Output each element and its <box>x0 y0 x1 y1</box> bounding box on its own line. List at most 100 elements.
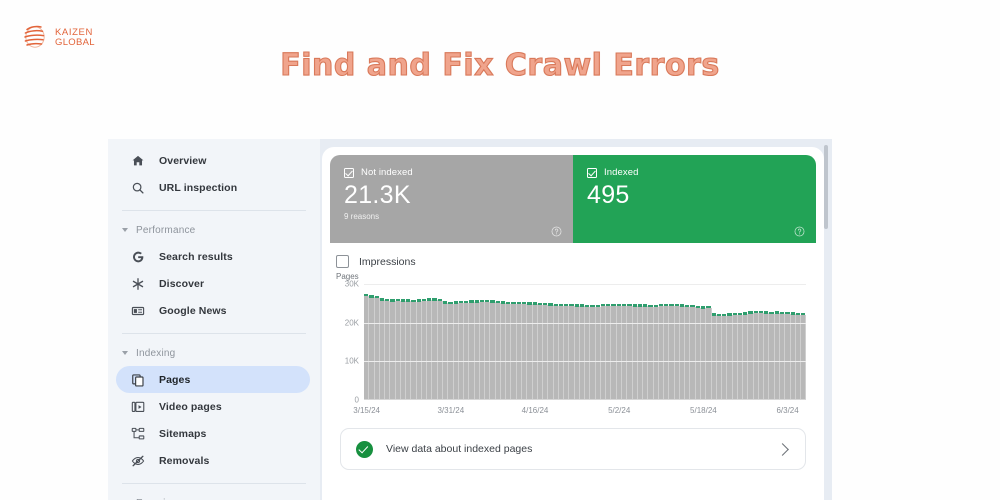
sidebar-item-url-inspection[interactable]: URL inspection <box>116 174 310 201</box>
chart-bar <box>801 313 807 399</box>
chevron-down-icon <box>122 351 128 355</box>
chart-bar-indexed-cap <box>464 300 469 304</box>
sidebar-item-label: URL inspection <box>159 181 238 194</box>
chart-gridline <box>364 361 806 363</box>
chart-bar-indexed-cap <box>458 300 464 304</box>
chart-gridline <box>364 322 806 324</box>
chart-y-tick-label: 0 <box>354 395 359 405</box>
chart-bar-indexed-cap <box>485 300 490 303</box>
page-title: Find and Fix Crawl Errors <box>280 47 720 83</box>
sidebar-scrollbar-thumb[interactable] <box>824 145 828 229</box>
sidebar-item-search-results[interactable]: Search results <box>116 243 310 270</box>
chart-bar-indexed-cap <box>790 312 795 315</box>
chart-bar-indexed-cap <box>421 298 427 302</box>
sidebar-group-indexing[interactable]: Indexing <box>108 343 320 363</box>
chart-bar-indexed-cap <box>448 301 453 304</box>
chart-y-tick-label: 30K <box>344 279 359 289</box>
sidebar-group-performance[interactable]: Performance <box>108 220 320 240</box>
chart-bar-indexed-cap <box>521 301 527 305</box>
chart-bar-indexed-cap <box>579 304 585 307</box>
chart-bar-indexed-cap <box>495 300 500 304</box>
summary-card-not-indexed[interactable]: Not indexed 21.3K 9 reasons <box>330 155 573 243</box>
chart-bar-indexed-cap <box>616 303 622 307</box>
chart-bar-indexed-cap <box>590 304 595 308</box>
sidebar: Overview URL inspection Performance Search … <box>108 139 320 500</box>
summary-card-value: 21.3K <box>344 181 411 209</box>
chart-bar-indexed-cap <box>622 303 627 307</box>
chart-bar-indexed-cap <box>442 301 448 304</box>
chart-bar-indexed-cap <box>364 293 369 297</box>
main-content: Not indexed 21.3K 9 reasons Indexed 495 Impr… <box>322 147 824 500</box>
chart-bar-indexed-cap <box>679 304 685 307</box>
chart-bar-indexed-cap <box>801 313 806 316</box>
sidebar-item-label: Video pages <box>159 400 222 413</box>
sidebar-divider <box>122 333 306 334</box>
impressions-toggle[interactable]: Impressions <box>322 243 824 268</box>
video-pages-icon <box>130 399 145 414</box>
chart-x-tick-label: 3/31/24 <box>437 406 465 415</box>
sidebar-item-pages[interactable]: Pages <box>116 366 310 393</box>
sidebar-item-sitemaps[interactable]: Sitemaps <box>116 420 310 447</box>
chart-bar-indexed-cap <box>611 303 616 307</box>
summary-card-value: 495 <box>587 181 630 209</box>
chart-bar-indexed-cap <box>758 310 764 314</box>
chart-bar-indexed-cap <box>432 298 437 301</box>
chart-bar-indexed-cap <box>722 313 727 317</box>
chart-bar-indexed-cap <box>632 304 637 307</box>
chart-bar-indexed-cap <box>653 304 658 308</box>
sidebar-item-label: Removals <box>159 454 210 467</box>
summary-card-header: Indexed <box>587 167 802 178</box>
summary-card-checkbox[interactable] <box>587 167 597 178</box>
chart-bars <box>364 284 807 399</box>
chart-bar-indexed-cap <box>643 304 648 307</box>
sidebar-item-removals[interactable]: Removals <box>116 447 310 474</box>
sidebar-item-overview[interactable]: Overview <box>116 147 310 174</box>
sidebar-item-video-pages[interactable]: Video pages <box>116 393 310 420</box>
screenshot-root: KAIZEN GLOBAL Find and Fix Crawl Errors … <box>0 0 1000 500</box>
sidebar-item-google-news[interactable]: Google News <box>116 297 310 324</box>
chart-bar-indexed-cap <box>453 301 458 304</box>
chart-bar-indexed-cap <box>411 299 416 303</box>
chevron-right-icon[interactable] <box>776 442 789 456</box>
summary-card-indexed[interactable]: Indexed 495 <box>573 155 816 243</box>
help-icon[interactable] <box>794 224 805 237</box>
chart-bar-indexed-cap <box>537 302 543 306</box>
chart-bar-indexed-cap <box>674 303 679 307</box>
chart-bar-indexed-cap <box>532 302 537 305</box>
chart-bar-indexed-cap <box>479 300 485 303</box>
check-circle-icon <box>356 440 373 458</box>
sidebar-divider <box>122 483 306 484</box>
summary-card-title: Indexed <box>604 167 639 178</box>
chart-bar-indexed-cap <box>669 303 674 307</box>
chart-bar-indexed-cap <box>490 300 495 303</box>
chevron-down-icon <box>122 228 128 232</box>
chart-bar-indexed-cap <box>390 299 395 302</box>
view-indexed-pages-link[interactable]: View data about indexed pages <box>340 428 806 470</box>
sidebar-item-label: Sitemaps <box>159 427 207 440</box>
sidebar-group-experience[interactable]: Experience <box>108 493 320 500</box>
chart-bar-indexed-cap <box>437 298 442 302</box>
chart-bar-indexed-cap <box>648 304 653 308</box>
sidebar-item-discover[interactable]: Discover <box>116 270 310 297</box>
chart-bar-indexed-cap <box>427 298 432 301</box>
chart-bar-indexed-cap <box>511 301 516 304</box>
summary-card-checkbox[interactable] <box>344 167 354 178</box>
chart-bar-indexed-cap <box>795 312 801 316</box>
chart-bar-indexed-cap <box>716 313 722 317</box>
indexing-chart: Pages 0 10K 20K 30K 3/15/24 3/31/24 4/16/24 5/… <box>330 272 810 416</box>
chart-bar-indexed-cap <box>406 299 411 302</box>
sidebar-group-label: Performance <box>136 224 196 236</box>
chart-bar-indexed-cap <box>785 311 790 315</box>
chart-bar-indexed-cap <box>748 311 753 314</box>
summary-card-title: Not indexed <box>361 167 413 178</box>
chart-gridline <box>364 284 806 285</box>
chart-bar-indexed-cap <box>737 312 743 316</box>
sidebar-scrollbar-track[interactable] <box>824 141 830 498</box>
chart-bar-indexed-cap <box>606 303 611 306</box>
gsc-screenshot-panel: Overview URL inspection Performance Search … <box>108 139 832 500</box>
impressions-checkbox[interactable] <box>336 255 349 268</box>
chart-bar-indexed-cap <box>658 303 664 306</box>
chart-bar-indexed-cap <box>474 300 479 303</box>
news-icon <box>130 303 145 318</box>
help-icon[interactable] <box>551 224 562 237</box>
